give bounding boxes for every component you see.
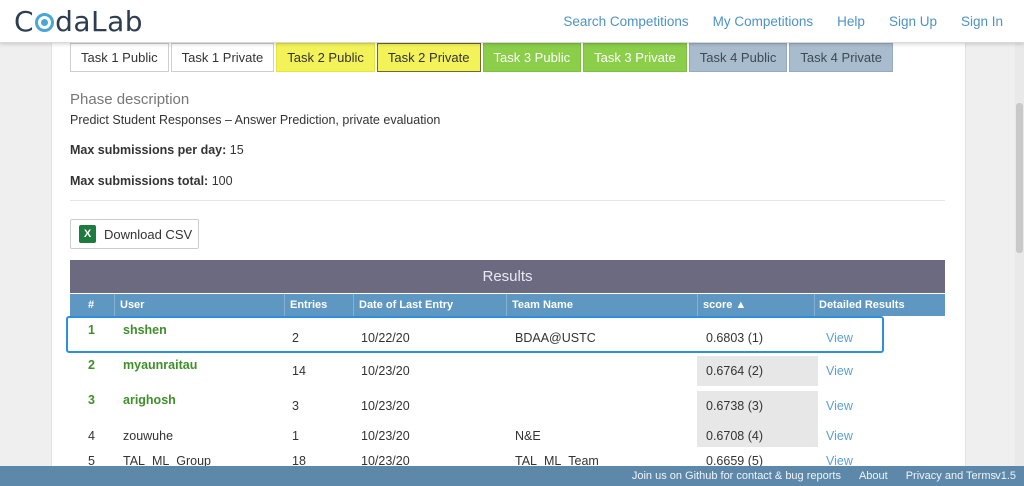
footer-links: Join us on Github for contact & bug repo… (614, 470, 996, 482)
row-entries: 2 (292, 331, 299, 345)
phase-description: Predict Student Responses – Answer Predi… (70, 113, 441, 127)
table-row: 4 zouwuhe 1 10/23/20 N&E 0.6708 (4) View (70, 419, 945, 449)
max-total-value: 100 (211, 174, 233, 188)
row-rank: 2 (88, 358, 95, 372)
scrollbar-thumb[interactable] (1016, 103, 1023, 253)
row-team: N&E (515, 429, 541, 443)
tab-task-4-private[interactable]: Task 4 Private (789, 43, 893, 72)
logo-ring-icon (35, 12, 55, 32)
codalab-logo[interactable]: CdaLab (14, 4, 143, 38)
row-view-link[interactable]: View (826, 399, 853, 413)
max-total-label: Max submissions total: (70, 174, 209, 188)
row-score: 0.6738 (3) (706, 399, 763, 413)
nav-my-competitions[interactable]: My Competitions (713, 14, 814, 29)
row-user-link[interactable]: zouwuhe (123, 429, 173, 443)
excel-icon: X (79, 225, 96, 243)
row-score: 0.6764 (2) (706, 364, 763, 378)
col-divider (814, 294, 815, 316)
col-date[interactable]: Date of Last Entry (359, 299, 453, 311)
max-submissions-per-day: Max submissions per day: 15 (70, 143, 244, 157)
row-rank: 1 (88, 323, 95, 337)
page-scrollbar[interactable] (1015, 43, 1024, 466)
col-rank[interactable]: # (88, 299, 94, 311)
col-divider (506, 294, 507, 316)
tab-task-2-public[interactable]: Task 2 Public (276, 43, 375, 72)
row-date: 10/23/20 (361, 399, 410, 413)
max-submissions-total: Max submissions total: 100 (70, 174, 233, 188)
footer-privacy-link[interactable]: Privacy and Terms (906, 470, 996, 482)
tab-task-2-private[interactable]: Task 2 Private (376, 43, 481, 72)
nav-help[interactable]: Help (837, 14, 865, 29)
logo-text-prefix: C (14, 4, 35, 38)
row-score: 0.6803 (1) (706, 331, 763, 345)
row-entries: 1 (292, 429, 299, 443)
col-user[interactable]: User (120, 299, 144, 311)
col-divider (353, 294, 354, 316)
results-title: Results (70, 260, 945, 293)
row-user-link[interactable]: shshen (123, 323, 167, 337)
download-csv-button[interactable]: X Download CSV (70, 219, 199, 249)
row-view-link[interactable]: View (826, 429, 853, 443)
tab-task-1-public[interactable]: Task 1 Public (70, 43, 169, 72)
footer: Join us on Github for contact & bug repo… (0, 466, 1024, 486)
row-entries: 14 (292, 364, 306, 378)
row-view-link[interactable]: View (826, 331, 853, 345)
main-nav: Search Competitions My Competitions Help… (539, 14, 1003, 29)
footer-github-link[interactable]: Join us on Github for contact & bug repo… (632, 470, 841, 482)
row-entries: 3 (292, 399, 299, 413)
tab-task-3-private[interactable]: Task 3 Private (583, 43, 687, 72)
col-divider (114, 294, 115, 316)
row-rank: 4 (88, 429, 95, 443)
max-per-day-value: 15 (229, 143, 244, 157)
row-team: BDAA@USTC (515, 331, 596, 345)
logo-text-suffix: daLab (55, 4, 144, 38)
col-entries[interactable]: Entries (290, 299, 327, 311)
nav-search-competitions[interactable]: Search Competitions (563, 14, 688, 29)
table-row: 3 arighosh 3 10/23/20 0.6738 (3) View (70, 389, 945, 421)
col-team-name[interactable]: Team Name (512, 299, 573, 311)
footer-about-link[interactable]: About (859, 470, 888, 482)
row-date: 10/23/20 (361, 364, 410, 378)
row-date: 10/23/20 (361, 429, 410, 443)
col-divider (284, 294, 285, 316)
version-label: v1.5 (995, 470, 1016, 482)
tab-task-4-public[interactable]: Task 4 Public (688, 43, 788, 72)
divider (70, 200, 945, 201)
main-content: Task 1 Public Task 1 Private Task 2 Publ… (51, 43, 966, 473)
row-view-link[interactable]: View (826, 364, 853, 378)
table-row: 1 shshen 2 10/22/20 BDAA@USTC 0.6803 (1)… (70, 319, 945, 349)
row-date: 10/22/20 (361, 331, 410, 345)
table-row: 2 myaunraitau 14 10/23/20 0.6764 (2) Vie… (70, 354, 945, 386)
phase-tabs: Task 1 Public Task 1 Private Task 2 Publ… (70, 43, 895, 72)
nav-sign-in[interactable]: Sign In (961, 14, 1003, 29)
download-csv-label: Download CSV (104, 226, 193, 242)
col-divider (697, 294, 698, 316)
col-score[interactable]: score ▲ (703, 299, 746, 311)
tab-task-3-public[interactable]: Task 3 Public (482, 43, 582, 72)
row-rank: 3 (88, 393, 95, 407)
max-per-day-label: Max submissions per day: (70, 143, 227, 157)
tab-task-1-private[interactable]: Task 1 Private (170, 43, 275, 72)
nav-sign-up[interactable]: Sign Up (889, 14, 937, 29)
row-user-link[interactable]: arighosh (123, 393, 176, 407)
top-navbar: CdaLab Search Competitions My Competitio… (0, 0, 1024, 43)
results-column-header: # User Entries Date of Last Entry Team N… (70, 294, 945, 316)
row-score: 0.6708 (4) (706, 429, 763, 443)
col-detailed-results[interactable]: Detailed Results (819, 299, 905, 311)
row-user-link[interactable]: myaunraitau (123, 358, 197, 372)
phase-title: Phase description (70, 91, 190, 108)
